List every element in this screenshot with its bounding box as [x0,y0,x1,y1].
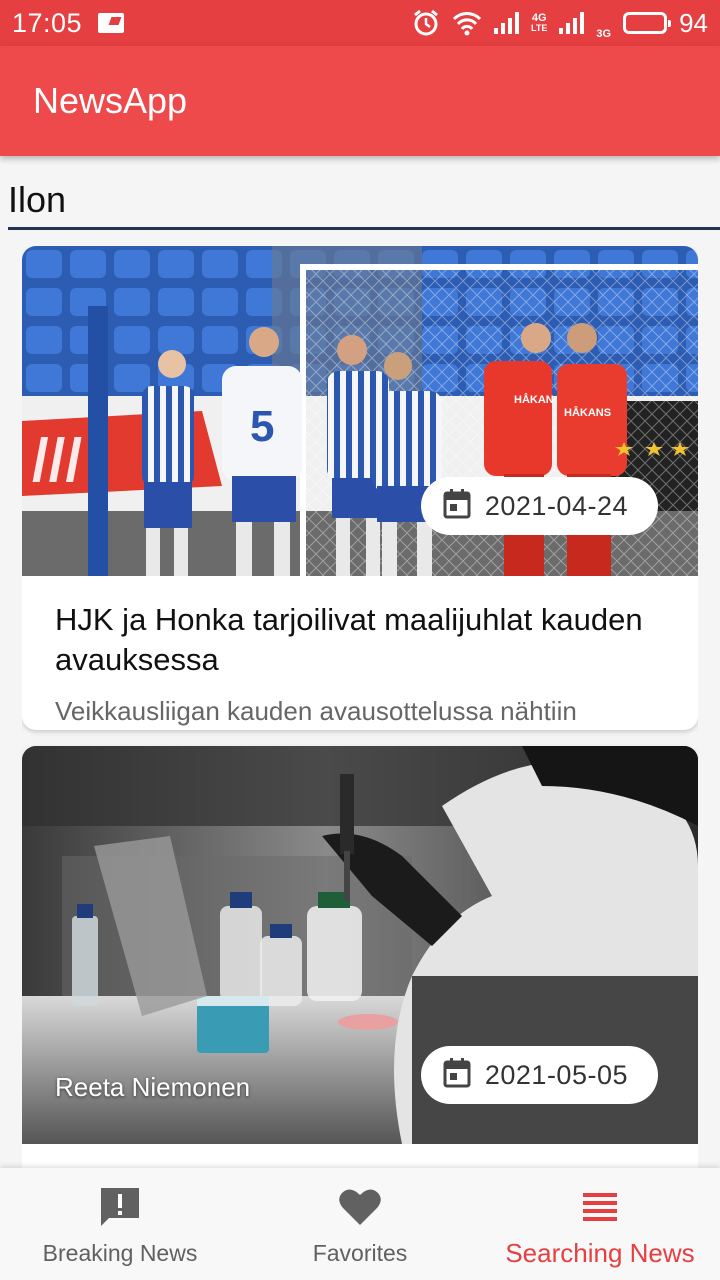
article-description: Veikkausliigan kauden avausottelussa näh… [55,696,577,726]
search-field[interactable] [8,172,720,234]
battery-level: 94 [679,7,708,38]
bottom-navigation: Breaking News Favorites Searching News [0,1168,720,1280]
svg-text:HÅKANS: HÅKANS [564,406,611,419]
nav-label: Breaking News [42,1240,198,1266]
nav-searching-news[interactable]: Searching News [480,1168,720,1280]
list-icon [583,1186,617,1228]
network-4g-label: 4G [531,12,547,24]
heart-icon [338,1186,382,1228]
alarm-icon [412,9,440,37]
calendar-icon [443,1057,471,1093]
signal-icon-2 [559,12,585,34]
news-card[interactable]: Reeta Niemonen 2021-05-05 [22,746,698,1168]
battery-icon [623,12,672,34]
svg-text:///: /// [32,427,82,494]
date-badge: 2021-05-05 [420,1046,658,1104]
notification-icon [98,13,125,33]
news-list[interactable]: /// 5 HÅKAN HÅKANS 2021-04-24 HJK ja Hon… [22,246,698,1168]
nav-label: Searching News [505,1238,695,1268]
network-lte-label: LTE [531,23,548,33]
nav-label: Favorites [312,1240,408,1266]
article-author: Reeta Niemonen [55,1072,251,1102]
status-time: 17:05 [12,7,83,38]
news-card[interactable]: /// 5 HÅKAN HÅKANS 2021-04-24 HJK ja Hon… [22,246,698,730]
alert-message-icon [99,1186,141,1228]
nav-favorites[interactable]: Favorites [240,1168,480,1280]
svg-text:HÅKAN: HÅKAN [514,393,554,406]
svg-text:5: 5 [250,402,274,451]
app-title: NewsApp [33,80,188,121]
article-image-football[interactable]: /// 5 HÅKAN HÅKANS 2021-04-24 [22,246,698,576]
article-image-lab[interactable]: Reeta Niemonen 2021-05-05 [22,746,698,1144]
signal-icon [494,12,520,34]
network-3g-label: 3G [596,27,612,40]
calendar-icon [443,488,471,524]
date-badge: 2021-04-24 [420,477,658,535]
wifi-icon [452,10,482,36]
article-date: 2021-05-05 [484,1059,628,1090]
article-date: 2021-04-24 [484,490,628,521]
status-bar: 17:05 4G LTE 3G 94 [0,0,720,46]
article-title[interactable]: HJK ja Honka tarjoilivat maalijuhlat kau… [55,600,665,680]
nav-breaking-news[interactable]: Breaking News [0,1168,240,1280]
network-4g-lte-icon: 4G LTE [531,12,548,34]
search-input[interactable] [8,172,720,230]
app-bar: NewsApp [0,46,720,156]
